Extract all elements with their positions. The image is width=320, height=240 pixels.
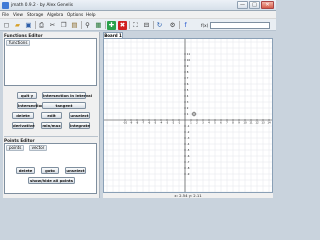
menu-bar: File View Storage Algebra Options Help: [0, 11, 276, 19]
function-icon[interactable]: f: [181, 21, 190, 30]
toolbar-separator: [35, 21, 36, 29]
y-tick-label: -3: [187, 136, 190, 140]
delete-button[interactable]: delete: [12, 112, 34, 119]
print-icon[interactable]: ⎙: [37, 21, 46, 30]
zoom-out-icon[interactable]: ⊟: [142, 21, 151, 30]
menu-algebra[interactable]: Algebra: [47, 12, 63, 17]
window-title: jmath 0.9.2 · by Alex Genelis: [11, 3, 74, 8]
divider: [4, 136, 98, 137]
toolbar: f(x) = ◻ ▰ ▣ ⎙ ✂ ❐ ▤ ⚲ ▦ ✚ ✖ ⛶ ⊟ ↻ ⚙ f: [0, 19, 276, 31]
refresh-icon[interactable]: ↻: [155, 21, 164, 30]
unselect-button[interactable]: unselect: [69, 112, 90, 119]
y-tick-label: 10: [187, 58, 191, 62]
x-tick-label: 3: [202, 121, 204, 125]
goto-button[interactable]: goto: [41, 167, 59, 174]
fullscreen-icon[interactable]: ⛶: [131, 21, 140, 30]
y-tick-label: -8: [187, 166, 190, 170]
y-tick-label: -2: [187, 130, 190, 134]
menu-file[interactable]: File: [2, 12, 9, 17]
menu-help[interactable]: Help: [86, 12, 96, 17]
x-tick-label: 11: [249, 121, 253, 125]
x-tick-label: -9: [130, 121, 133, 125]
cut-icon[interactable]: ✂: [48, 21, 57, 30]
app-icon: [2, 2, 9, 9]
min-max-button[interactable]: min/max: [41, 122, 62, 129]
close-button[interactable]: ✕: [261, 1, 274, 9]
x-tick-label: -2: [172, 121, 175, 125]
x-tick-label: 14: [267, 121, 271, 125]
panel-scrollbar[interactable]: [99, 32, 100, 198]
y-tick-label: 11: [187, 52, 191, 56]
derivative-button[interactable]: derivative: [12, 122, 35, 129]
x-tick-label: -5: [154, 121, 157, 125]
menu-storage[interactable]: Storage: [27, 12, 43, 17]
menu-options[interactable]: Options: [67, 12, 83, 17]
menu-view[interactable]: View: [13, 12, 23, 17]
new-file-icon[interactable]: ◻: [2, 21, 11, 30]
x-tick-label: 4: [208, 121, 210, 125]
settings-icon[interactable]: ⚙: [168, 21, 177, 30]
x-tick-label: 13: [261, 121, 265, 125]
toolbar-separator: [129, 21, 130, 29]
copy-icon[interactable]: ❐: [59, 21, 68, 30]
zoom-icon[interactable]: ⚲: [83, 21, 92, 30]
x-tick-label: 8: [232, 121, 234, 125]
y-tick-label: -1: [187, 124, 190, 128]
x-tick-label: 7: [226, 121, 228, 125]
x-tick-label: -1: [178, 121, 181, 125]
intersection-in-interval-button[interactable]: intersection in interval: [42, 92, 92, 99]
maximize-button[interactable]: □: [249, 1, 260, 9]
graph-board-icon[interactable]: ▦: [94, 21, 103, 30]
y-tick-label: -9: [187, 172, 190, 176]
cursor-coordinates: x: 2.54 y: 2.11: [103, 193, 273, 198]
functions-list[interactable]: functions: [4, 38, 97, 86]
intersection-button[interactable]: intersection: [17, 102, 44, 109]
tangent-button[interactable]: tangent: [42, 102, 86, 109]
open-folder-icon[interactable]: ▰: [13, 21, 22, 30]
points-tab-vector[interactable]: vector: [28, 145, 48, 151]
x-tick-label: 2: [196, 121, 198, 125]
graph-board[interactable]: -10 -9 -8 -7 -6 -5 -4 -3 -2 -1 1 2 3 4 5 6 7 8 9 10 11 12 13 14…: [103, 38, 273, 193]
x-tick-label: 12: [255, 121, 259, 125]
title-bar: jmath 0.9.2 · by Alex Genelis — □ ✕: [0, 0, 276, 11]
unselect-button[interactable]: unselect: [65, 167, 86, 174]
toolbar-separator: [179, 21, 180, 29]
expression-input[interactable]: [210, 21, 270, 29]
functions-editor-title: Functions Editor: [4, 32, 43, 38]
x-tick-label: -7: [142, 121, 145, 125]
integrate-button[interactable]: integrate: [69, 122, 90, 129]
edit-button[interactable]: edit: [41, 112, 62, 119]
show-hide-all-points-button[interactable]: show/hide all points: [28, 177, 75, 184]
x-tick-label: -4: [160, 121, 163, 125]
x-tick-label: 9: [238, 121, 240, 125]
quit-y-button[interactable]: quit y: [17, 92, 37, 99]
y-tick-label: -4: [187, 142, 190, 146]
x-tick-label: -8: [136, 121, 139, 125]
x-tick-label: -3: [166, 121, 169, 125]
toolbar-separator: [153, 21, 154, 29]
add-icon[interactable]: ✚: [107, 20, 116, 30]
left-panel: Functions Editor functions quit y interse…: [3, 32, 100, 198]
x-tick-label: 6: [220, 121, 222, 125]
toolbar-separator: [81, 21, 82, 29]
x-tick-label: 1: [190, 121, 192, 125]
graph-canvas[interactable]: -10 -9 -8 -7 -6 -5 -4 -3 -2 -1 1 2 3 4 5 6 7 8 9 10 11 12 13 14…: [104, 39, 273, 193]
toolbar-separator: [105, 21, 106, 29]
points-tab-points[interactable]: points: [6, 145, 25, 151]
paste-icon[interactable]: ▤: [70, 21, 79, 30]
functions-tab-functions[interactable]: functions: [6, 40, 31, 46]
delete-button[interactable]: delete: [16, 167, 35, 174]
y-tick-label: -5: [187, 148, 190, 152]
x-tick-label: -6: [148, 121, 151, 125]
minimize-button[interactable]: —: [237, 1, 248, 9]
y-tick-label: -6: [187, 154, 190, 158]
save-icon[interactable]: ▣: [24, 21, 33, 30]
x-tick-label: -10: [123, 121, 128, 125]
y-tick-label: -7: [187, 160, 190, 164]
x-tick-label: 5: [214, 121, 216, 125]
delete-icon[interactable]: ✖: [118, 20, 127, 30]
x-tick-label: 10: [243, 121, 247, 125]
